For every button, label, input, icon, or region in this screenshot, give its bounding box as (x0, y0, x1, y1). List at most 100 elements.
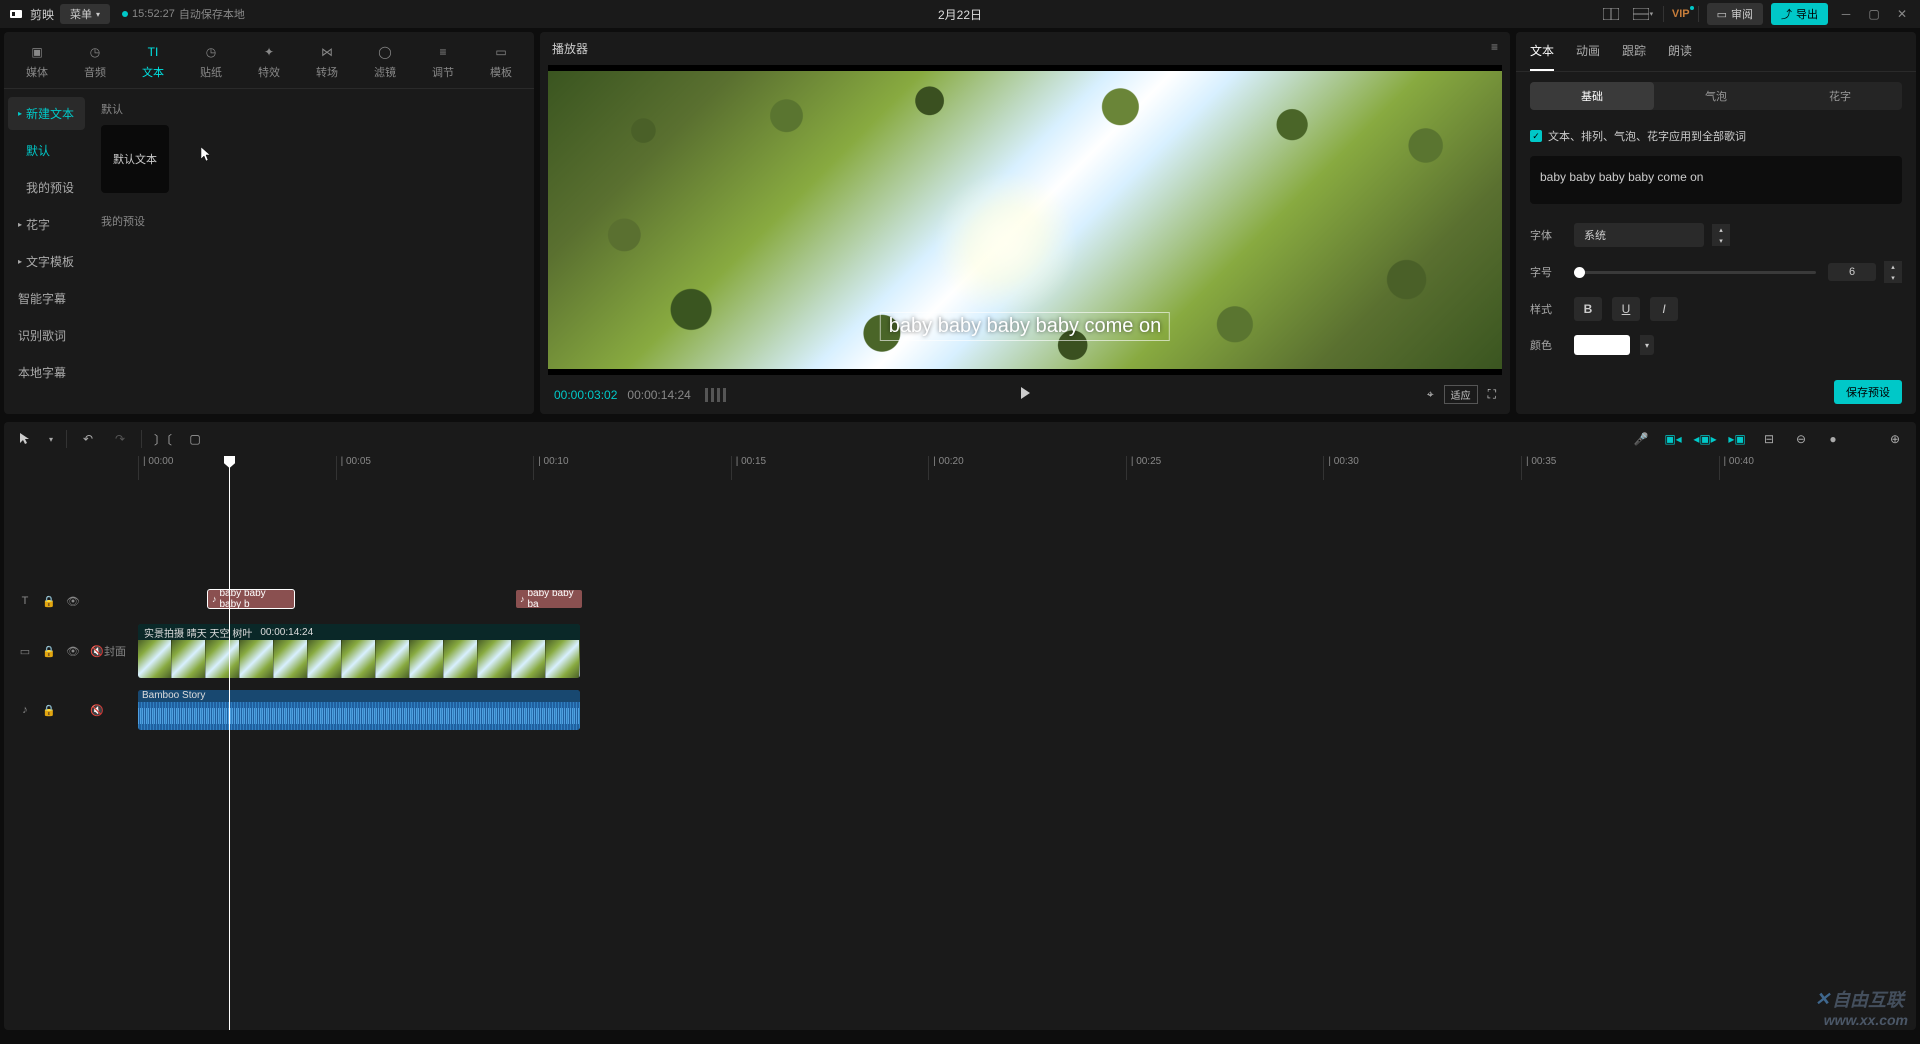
media-tab-8[interactable]: ▭模板 (472, 38, 530, 88)
app-name: 剪映 (30, 6, 54, 23)
player-menu-icon[interactable]: ≡ (1491, 40, 1498, 57)
lock-icon[interactable]: 🔒 (42, 703, 56, 717)
media-tab-1[interactable]: ◷音频 (66, 38, 124, 88)
pointer-tool[interactable] (14, 428, 36, 450)
mic-icon[interactable]: 🎤 (1630, 428, 1652, 450)
default-text-preset[interactable]: 默认文本 (101, 125, 169, 193)
inspector-tab-1[interactable]: 动画 (1576, 42, 1600, 71)
review-button[interactable]: ▭ 审阅 (1707, 3, 1763, 25)
cover-label[interactable]: 封面 (104, 624, 138, 678)
italic-button[interactable]: I (1650, 297, 1678, 321)
sidebar-item-1[interactable]: 默认 (8, 134, 85, 167)
apply-all-checkbox[interactable]: ✓ 文本、排列、气泡、花字应用到全部歌词 (1530, 128, 1902, 144)
bold-button[interactable]: B (1574, 297, 1602, 321)
media-tab-icon: ⋈ (317, 42, 337, 62)
size-label: 字号 (1530, 264, 1562, 280)
close-button[interactable]: ✕ (1892, 4, 1912, 24)
visibility-icon[interactable]: 👁 (66, 594, 80, 608)
audio-track-icon[interactable]: ♪ (18, 703, 32, 717)
media-tab-7[interactable]: ≡调节 (414, 38, 472, 88)
inspector-tabs: 文本动画跟踪朗读 (1516, 32, 1916, 72)
font-select[interactable]: 系统 (1574, 223, 1704, 247)
media-tab-6[interactable]: ◯滤镜 (356, 38, 414, 88)
save-preset-button[interactable]: 保存预设 (1834, 380, 1902, 404)
mute-icon[interactable]: 🔇 (90, 703, 104, 717)
color-dropdown[interactable]: ▾ (1640, 335, 1654, 355)
audio-clip-title: Bamboo Story (138, 690, 580, 702)
media-tab-0[interactable]: ▣媒体 (8, 38, 66, 88)
play-button[interactable] (1018, 386, 1032, 403)
zoom-fit-icon[interactable]: ⊕ (1884, 428, 1906, 450)
font-stepper[interactable]: ▴▾ (1712, 224, 1730, 246)
text-clip-0[interactable]: ♪baby baby baby b (208, 590, 294, 608)
sidebar-item-7[interactable]: 本地字幕 (8, 356, 85, 389)
undo-button[interactable]: ↶ (77, 428, 99, 450)
inspector-subtab-1[interactable]: 气泡 (1654, 82, 1778, 110)
chevron-right-icon: ▸ (18, 220, 22, 229)
magnet-left-icon[interactable]: ▣◂ (1662, 428, 1684, 450)
media-tab-3[interactable]: ◷贴纸 (182, 38, 240, 88)
zoom-out-icon[interactable]: ⊖ (1790, 428, 1812, 450)
subtitle-text-overlay[interactable]: baby baby baby baby come on (880, 312, 1170, 341)
check-icon: ✓ (1530, 130, 1542, 142)
sidebar-item-6[interactable]: 识别歌词 (8, 319, 85, 352)
media-tab-4[interactable]: ✦特效 (240, 38, 298, 88)
media-tab-5[interactable]: ⋈转场 (298, 38, 356, 88)
video-track-icon[interactable]: ▭ (18, 644, 32, 658)
size-slider[interactable] (1574, 271, 1816, 274)
audio-clip[interactable]: Bamboo Story (138, 690, 580, 730)
delete-tool[interactable]: ▢ (184, 428, 206, 450)
sidebar-item-3[interactable]: ▸花字 (8, 208, 85, 241)
size-input[interactable]: 6 (1828, 263, 1876, 281)
watermark-brand: ✕自由互联 (1815, 986, 1904, 1012)
sidebar-item-4[interactable]: ▸文字模板 (8, 245, 85, 278)
sidebar-item-5[interactable]: 智能字幕 (8, 282, 85, 315)
minimize-button[interactable]: ─ (1836, 4, 1856, 24)
lock-icon[interactable]: 🔒 (42, 644, 56, 658)
magnet-center-icon[interactable]: ◂▣▸ (1694, 428, 1716, 450)
slider-thumb[interactable] (1574, 267, 1585, 278)
sidebar-item-2[interactable]: 我的预设 (8, 171, 85, 204)
inspector-subtab-2[interactable]: 花字 (1778, 82, 1902, 110)
color-scope-icon[interactable] (705, 388, 726, 402)
layout-icon[interactable] (1599, 4, 1623, 24)
layout2-icon[interactable]: ▾ (1631, 4, 1655, 24)
sidebar-item-0[interactable]: ▸新建文本 (8, 97, 85, 130)
media-tab-2[interactable]: TI文本 (124, 38, 182, 88)
inspector-tab-2[interactable]: 跟踪 (1622, 42, 1646, 71)
magnet-right-icon[interactable]: ▸▣ (1726, 428, 1748, 450)
export-button[interactable]: ⤴ 导出 (1771, 3, 1828, 25)
text-clip-1[interactable]: ♪baby baby ba (516, 590, 582, 608)
playhead[interactable] (229, 456, 230, 1030)
style-label: 样式 (1530, 301, 1562, 317)
cursor-icon (201, 147, 213, 163)
inspector-tab-3[interactable]: 朗读 (1668, 42, 1692, 71)
size-stepper[interactable]: ▴▾ (1884, 261, 1902, 283)
video-clip[interactable]: 实景拍摄 晴天 天空 树叶 00:00:14:24 (138, 624, 580, 678)
video-frame: baby baby baby baby come on (548, 71, 1502, 369)
inspector-tab-0[interactable]: 文本 (1530, 42, 1554, 71)
menu-button[interactable]: 菜单 ▾ (60, 4, 110, 24)
text-track-icon[interactable]: T (18, 594, 32, 608)
color-swatch[interactable] (1574, 335, 1630, 355)
focus-icon[interactable]: ⌖ (1427, 387, 1434, 402)
pointer-dropdown-icon[interactable]: ▾ (46, 428, 56, 450)
player-viewport[interactable]: baby baby baby baby come on (548, 65, 1502, 375)
align-icon[interactable]: ⊟ (1758, 428, 1780, 450)
fullscreen-icon[interactable]: ⛶ (1488, 387, 1496, 402)
gallery-section-default: 默认 (101, 101, 522, 117)
maximize-button[interactable]: ▢ (1864, 4, 1884, 24)
redo-button[interactable]: ↷ (109, 428, 131, 450)
zoom-slider-icon[interactable]: ● (1822, 428, 1844, 450)
mute-icon[interactable]: 🔇 (90, 644, 104, 658)
inspector-subtab-0[interactable]: 基础 (1530, 82, 1654, 110)
lock-icon[interactable]: 🔒 (42, 594, 56, 608)
text-content-input[interactable] (1530, 156, 1902, 204)
visibility-icon[interactable]: 👁 (66, 644, 80, 658)
split-tool[interactable]: 〕〔 (152, 428, 174, 450)
timeline-ruler[interactable]: | 00:00| 00:05| 00:10| 00:15| 00:20| 00:… (4, 456, 1916, 480)
underline-button[interactable]: U (1612, 297, 1640, 321)
ratio-selector[interactable]: 适应 (1444, 385, 1478, 404)
ruler-tick: | 00:25 (1126, 456, 1324, 480)
vip-badge[interactable]: VIP (1672, 8, 1690, 20)
